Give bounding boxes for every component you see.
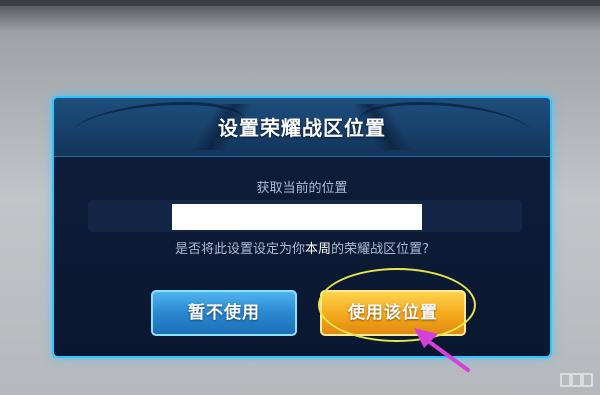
dialog-title: 设置荣耀战区位置	[218, 116, 386, 140]
watermark-logo-icon	[560, 373, 593, 387]
confirm-question: 是否将此设置设定为你本周的荣耀战区位置?	[54, 238, 550, 257]
dialog-body: 获取当前的位置 是否将此设置设定为你本周的荣耀战区位置? 暂不使用 使用该位置	[54, 157, 550, 356]
question-suffix: 的荣耀战区位置?	[331, 242, 429, 257]
question-emphasis: 本周	[305, 242, 332, 257]
pointer-arrow-icon	[414, 328, 470, 372]
dialog-header: 设置荣耀战区位置	[54, 98, 550, 157]
top-edge-strip	[0, 0, 600, 6]
get-location-label: 获取当前的位置	[256, 181, 348, 196]
honor-zone-location-dialog: 设置荣耀战区位置 获取当前的位置 是否将此设置设定为你本周的荣耀战区位置? 暂不…	[52, 96, 552, 358]
question-prefix: 是否将此设置设定为你	[175, 242, 306, 257]
location-display-bar	[88, 200, 522, 232]
location-value-field	[172, 204, 422, 230]
not-now-button[interactable]: 暂不使用	[151, 290, 297, 336]
